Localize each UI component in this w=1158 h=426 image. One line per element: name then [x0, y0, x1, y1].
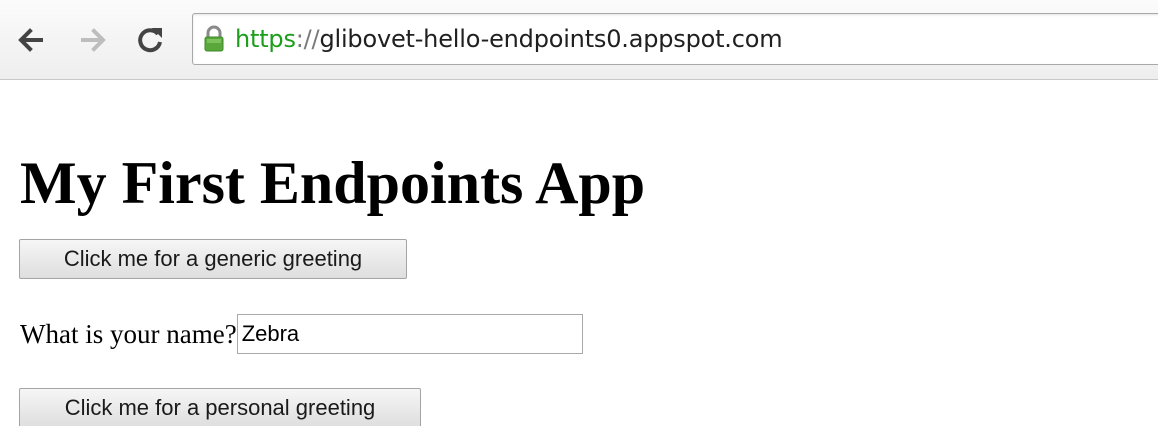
name-label: What is your name?	[20, 319, 237, 349]
personal-greeting-button[interactable]: Click me for a personal greeting	[19, 388, 421, 426]
reload-icon	[138, 28, 162, 53]
generic-greeting-button[interactable]: Click me for a generic greeting	[19, 239, 407, 279]
url-separator: ://	[295, 25, 320, 53]
lock-icon	[204, 25, 224, 52]
back-button[interactable]	[14, 22, 46, 58]
url-host: glibovet-hello-endpoints0.appspot.com	[319, 25, 783, 53]
url-text[interactable]: https://glibovet-hello-endpoints0.appspo…	[235, 24, 783, 54]
name-row: What is your name?	[20, 314, 583, 354]
url-scheme: https	[235, 25, 296, 53]
back-arrow-icon	[18, 28, 43, 52]
reload-button[interactable]	[134, 22, 166, 58]
browser-toolbar: https://glibovet-hello-endpoints0.appspo…	[0, 0, 1158, 80]
page-title: My First Endpoints App	[20, 150, 646, 216]
address-bar[interactable]: https://glibovet-hello-endpoints0.appspo…	[192, 13, 1158, 65]
name-input[interactable]	[236, 314, 583, 354]
forward-arrow-icon	[81, 28, 106, 52]
page-content: My First Endpoints App Click me for a ge…	[18, 80, 1158, 426]
forward-button[interactable]	[78, 22, 110, 58]
